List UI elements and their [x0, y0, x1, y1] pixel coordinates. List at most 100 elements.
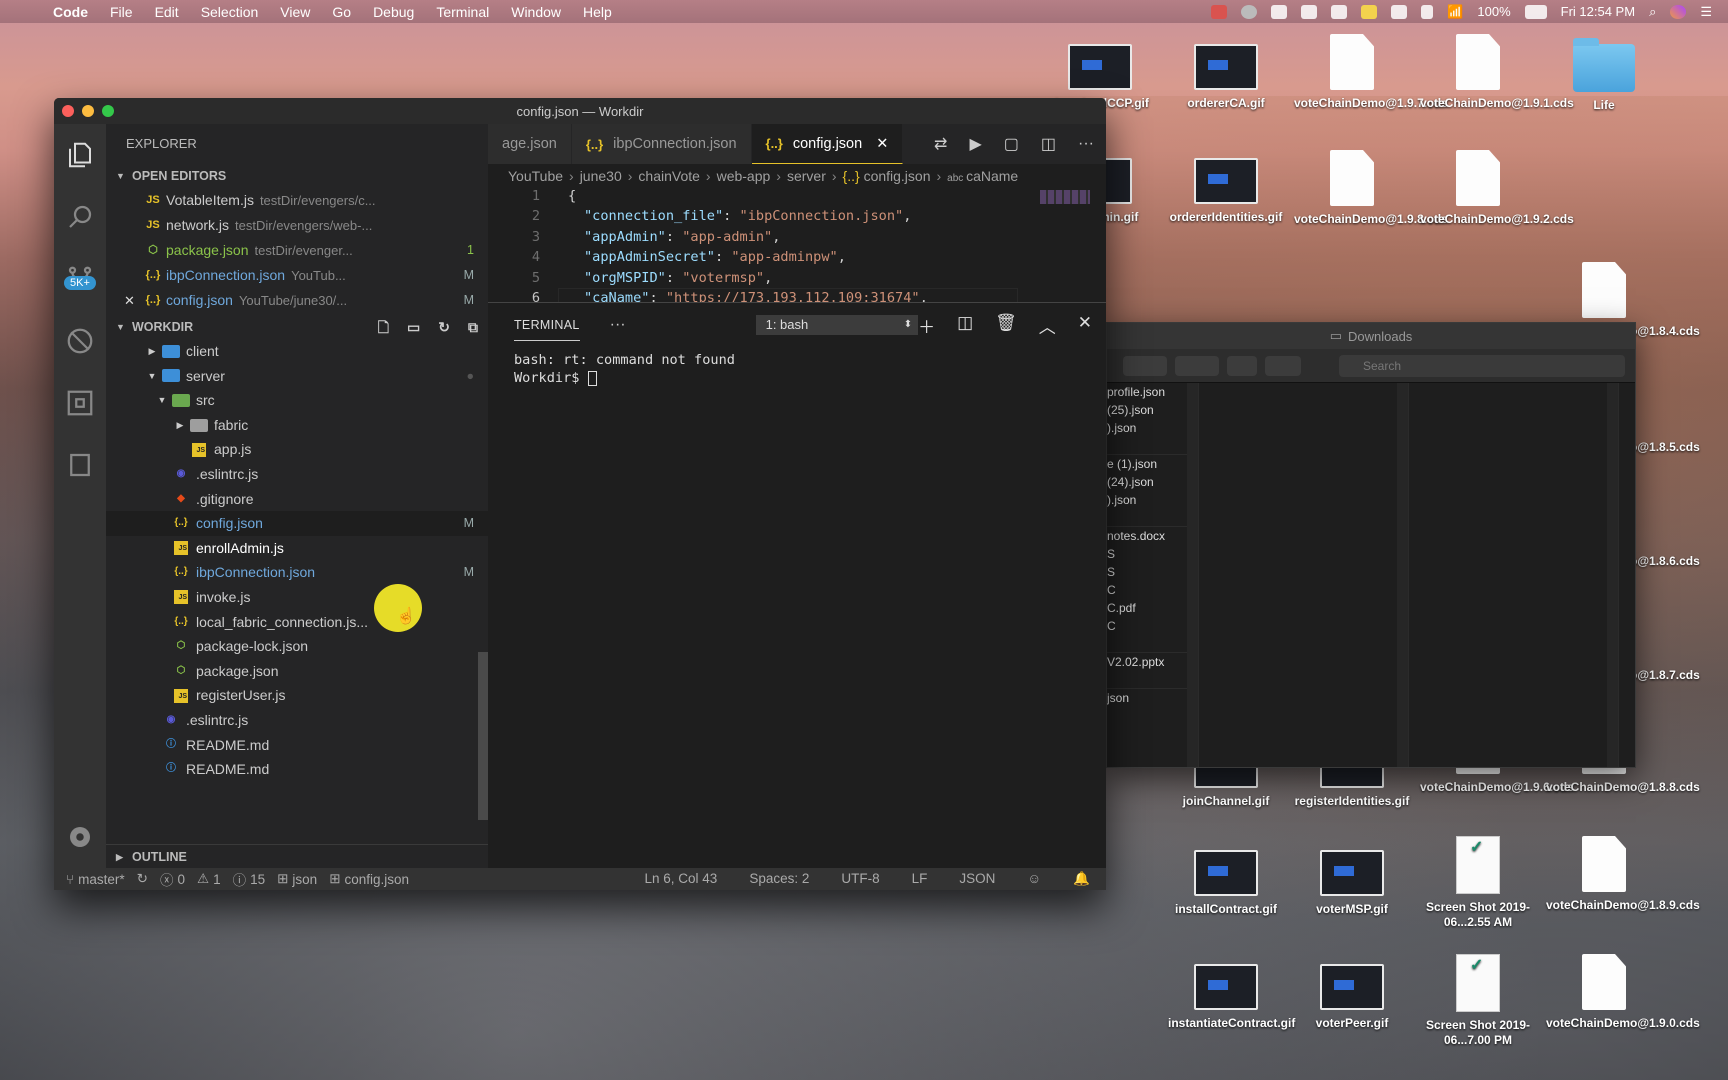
debug-icon[interactable] [54, 310, 106, 372]
end-of-line[interactable]: LF [912, 871, 928, 887]
desktop-icon[interactable]: ordererIdentities.gif [1168, 158, 1284, 225]
finder-file[interactable]: ).json [1107, 419, 1187, 437]
close-editor-icon[interactable]: ✕ [124, 288, 142, 313]
finder-file[interactable]: S [1107, 545, 1187, 563]
tree-item[interactable]: ◉ .eslintrc.js [106, 462, 488, 487]
desktop-icon[interactable]: voterPeer.gif [1294, 964, 1410, 1031]
tree-item[interactable]: ▼ server ● [106, 364, 488, 389]
editor-tab[interactable]: {..} ibpConnection.json [571, 124, 752, 164]
desktop-icon[interactable]: voteChainDemo@1.8.9.cds [1546, 836, 1700, 913]
open-editor-item[interactable]: {..} ibpConnection.json YouTub... M [106, 263, 488, 288]
menu-selection[interactable]: Selection [190, 4, 270, 20]
tree-item[interactable]: ▶ fabric [106, 413, 488, 438]
new-folder-icon[interactable]: ▭ [407, 315, 420, 339]
editor-tab[interactable]: age.json [488, 124, 572, 164]
desktop-icon[interactable]: ordererCA.gif [1168, 44, 1284, 111]
run-icon[interactable]: ▶ [969, 134, 981, 154]
editor-tab[interactable]: {..} config.json ✕ [751, 124, 904, 164]
display-icon[interactable] [1271, 4, 1288, 19]
finder-file[interactable]: e (1).json [1107, 455, 1187, 473]
tree-item[interactable]: {..} config.json M [106, 511, 488, 536]
explorer-icon[interactable] [54, 124, 106, 186]
desktop-icon[interactable]: Screen Shot 2019-06...7.00 PM [1420, 954, 1536, 1048]
finder-file[interactable]: C.pdf [1107, 599, 1187, 617]
desktop-icon[interactable]: voteChainDemo@1.9.8.cds [1294, 150, 1448, 227]
finder-file[interactable]: C [1107, 617, 1187, 635]
desktop-icon[interactable]: voteChainDemo@1.9.1.cds [1420, 34, 1574, 111]
record-icon[interactable] [1211, 4, 1228, 19]
breadcrumb-item[interactable]: caName [966, 168, 1018, 184]
tree-item[interactable]: {..} local_fabric_connection.js... [106, 610, 488, 635]
search-icon[interactable] [54, 186, 106, 248]
circle-icon[interactable] [1241, 4, 1258, 19]
notifications-bell-icon[interactable]: 🔔 [1073, 871, 1090, 887]
binoculars-icon[interactable] [1391, 4, 1408, 19]
sidebar-scrollbar[interactable] [478, 652, 488, 820]
breadcrumb-item[interactable]: YouTube [508, 168, 563, 184]
extensions-icon[interactable] [54, 372, 106, 434]
tree-item[interactable]: ◉ .eslintrc.js [106, 708, 488, 733]
open-editor-item[interactable]: ✕ {..} config.json YouTube/june30/... M [106, 288, 488, 313]
open-editor-item[interactable]: JS VotableItem.js testDir/evengers/c... [106, 188, 488, 213]
collapse-all-icon[interactable]: ⧉ [468, 315, 478, 339]
breadcrumb-item[interactable]: server [787, 168, 826, 184]
tree-item[interactable]: JS invoke.js [106, 585, 488, 610]
finder-file[interactable]: json [1107, 689, 1187, 707]
finder-file[interactable] [1107, 671, 1187, 689]
finder-file[interactable]: profile.json [1107, 383, 1187, 401]
kill-terminal-icon[interactable]: 🗑 [995, 313, 1017, 338]
desktop-icon[interactable]: instantiateContract.gif [1168, 964, 1295, 1031]
tree-item[interactable]: JS registerUser.js [106, 683, 488, 708]
tree-item[interactable]: ⓘ README.md [106, 757, 488, 782]
language-id[interactable]: json [292, 872, 317, 887]
bluetooth-icon[interactable] [1421, 4, 1434, 19]
finder-file[interactable] [1107, 437, 1187, 455]
menu-window[interactable]: Window [500, 4, 572, 20]
menu-terminal[interactable]: Terminal [425, 4, 500, 20]
open-editors-header[interactable]: ▼ OPEN EDITORS [106, 164, 488, 188]
encoding[interactable]: UTF-8 [841, 871, 879, 887]
terminal-select[interactable]: 1: bash [755, 315, 919, 335]
breadcrumb-item[interactable]: june30 [580, 168, 622, 184]
siri-icon[interactable] [1670, 4, 1687, 19]
tree-item[interactable]: ▶ client [106, 339, 488, 364]
code-editor[interactable]: 1 {2 "connection_file": "ibpConnection.jso… [488, 188, 1106, 302]
finder-file[interactable] [1107, 635, 1187, 653]
finder-file[interactable] [1107, 509, 1187, 527]
feedback-smiley-icon[interactable]: ☺ [1027, 871, 1041, 887]
tree-item[interactable]: ⬡ package-lock.json [106, 634, 488, 659]
menu-edit[interactable]: Edit [144, 4, 190, 20]
minimize-window-button[interactable] [82, 105, 94, 117]
close-panel-icon[interactable]: ✕ [1078, 313, 1092, 338]
menu-app[interactable]: Code [42, 4, 99, 20]
spotlight-icon[interactable]: ⌕ [1649, 4, 1656, 20]
tree-item[interactable]: JS app.js [106, 437, 488, 462]
language-mode[interactable]: JSON [959, 871, 995, 887]
sync-icon[interactable]: ↻ [137, 871, 148, 887]
close-tab-icon[interactable]: ✕ [876, 136, 888, 152]
desktop-icon[interactable]: voteChainDemo@1.9.7.cds [1294, 34, 1448, 111]
desktop-icon[interactable]: installContract.gif [1168, 850, 1284, 917]
share-button[interactable] [1227, 355, 1257, 376]
menu-view[interactable]: View [269, 4, 321, 20]
tree-item[interactable]: {..} ibpConnection.json M [106, 560, 488, 585]
more-actions-icon[interactable]: ··· [1078, 135, 1094, 153]
breadcrumb-item[interactable]: chainVote [638, 168, 700, 184]
compare-changes-icon[interactable]: ⇄ [934, 134, 947, 154]
outline-header[interactable]: ▶ OUTLINE [106, 844, 488, 868]
desktop-icon[interactable]: voteChainDemo@1.9.2.cds [1420, 150, 1574, 227]
tree-item[interactable]: JS enrollAdmin.js [106, 536, 488, 561]
desktop-icon[interactable]: Life [1546, 38, 1662, 113]
minimap[interactable] [1040, 190, 1090, 204]
menu-go[interactable]: Go [321, 4, 362, 20]
finder-file[interactable]: V2.02.pptx [1107, 653, 1187, 671]
finder-file[interactable]: C [1107, 581, 1187, 599]
refresh-icon[interactable]: ↻ [438, 315, 450, 339]
finder-window[interactable]: ▭ Downloads Search profile.json (25).json)… [1106, 322, 1636, 768]
notification-center-icon[interactable]: ☰ [1700, 4, 1712, 20]
warning-icon[interactable]: ⚠ [197, 871, 209, 887]
terminal-tab[interactable]: TERMINAL [514, 310, 580, 341]
finder-file[interactable]: (24).json [1107, 473, 1187, 491]
open-editor-item[interactable]: ⬡ package.json testDir/evenger... 1 [106, 238, 488, 263]
split-editor-icon[interactable]: ◫ [1041, 134, 1056, 154]
